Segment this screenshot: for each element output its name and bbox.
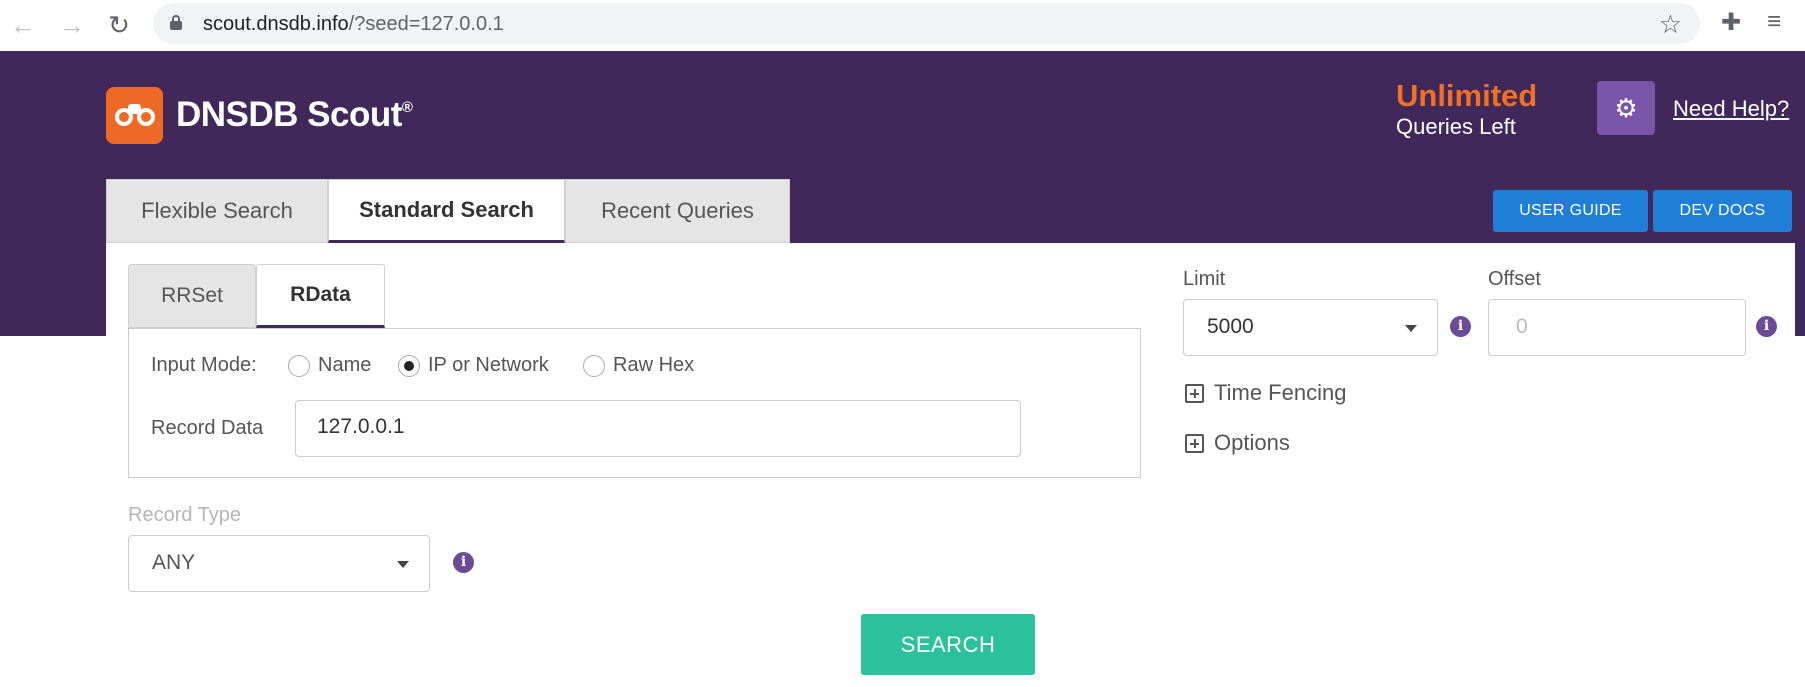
record-data-input[interactable]: 127.0.0.1 [295,400,1021,457]
radio-raw-hex[interactable] [583,355,605,377]
record-type-value: ANY [152,551,196,574]
subtab-rrset[interactable]: RRSet [128,264,256,328]
input-mode-label: Input Mode: [151,354,257,376]
brand-title[interactable]: DNSDB Scout® [176,95,413,135]
offset-input[interactable]: 0 [1488,299,1746,356]
search-button[interactable]: SEARCH [861,614,1035,675]
radio-raw-hex-label[interactable]: Raw Hex [613,354,694,377]
queries-count: Unlimited [1396,78,1538,113]
lock-icon [170,15,182,31]
plus-square-icon [1185,433,1204,453]
record-type-select[interactable]: ANY [128,535,430,592]
record-data-label: Record Data [151,417,264,439]
plus-square-icon [1185,383,1204,403]
tab-recent-queries[interactable]: Recent Queries [565,179,790,243]
url-text: scout.dnsdb.info/?seed=127.0.0.1 [203,13,504,35]
chevron-down-icon [397,561,409,568]
need-help-link[interactable]: Need Help? [1673,96,1789,122]
forward-arrow-icon[interactable]: → [55,8,89,42]
tab-standard-search[interactable]: Standard Search [328,179,565,243]
time-fencing-label: Time Fencing [1214,380,1347,405]
reading-list-icon[interactable]: ≡ [1767,8,1781,36]
chevron-down-icon [1405,325,1417,332]
radio-name[interactable] [288,355,310,377]
subtab-rdata[interactable]: RData [256,264,385,328]
limit-info-icon[interactable]: i [1450,316,1471,337]
browser-toolbar: ← → ↻ scout.dnsdb.info/?seed=127.0.0.1 ☆… [0,0,1805,51]
options-toggle[interactable]: Options [1185,430,1290,456]
radio-ip-or-network[interactable] [398,355,420,377]
extensions-puzzle-icon[interactable]: ✚ [1721,8,1741,37]
gear-icon: ⚙ [1614,92,1638,123]
options-label: Options [1214,430,1290,455]
back-arrow-icon[interactable]: ← [6,8,40,42]
radio-ip-or-network-label[interactable]: IP or Network [428,354,549,377]
radio-name-label[interactable]: Name [318,354,371,377]
user-guide-button[interactable]: USER GUIDE [1493,190,1648,232]
main-tabs: Flexible Search Standard Search Recent Q… [106,179,790,243]
bookmark-star-icon[interactable]: ☆ [1659,9,1682,40]
queries-label: Queries Left [1396,114,1516,139]
offset-info-icon[interactable]: i [1756,316,1777,337]
tab-flexible-search[interactable]: Flexible Search [106,179,328,243]
settings-button[interactable]: ⚙ [1597,81,1655,135]
offset-label: Offset [1488,268,1541,290]
dev-docs-button[interactable]: DEV DOCS [1653,190,1792,232]
record-type-info-icon[interactable]: i [453,552,474,573]
binoculars-logo-icon [106,87,163,144]
address-bar[interactable]: scout.dnsdb.info/?seed=127.0.0.1 ☆ [153,3,1700,44]
reload-icon[interactable]: ↻ [102,8,136,42]
limit-label: Limit [1183,268,1226,290]
record-type-label: Record Type [128,504,242,526]
limit-value: 5000 [1207,315,1254,338]
limit-select[interactable]: 5000 [1183,299,1438,356]
time-fencing-toggle[interactable]: Time Fencing [1185,380,1346,406]
